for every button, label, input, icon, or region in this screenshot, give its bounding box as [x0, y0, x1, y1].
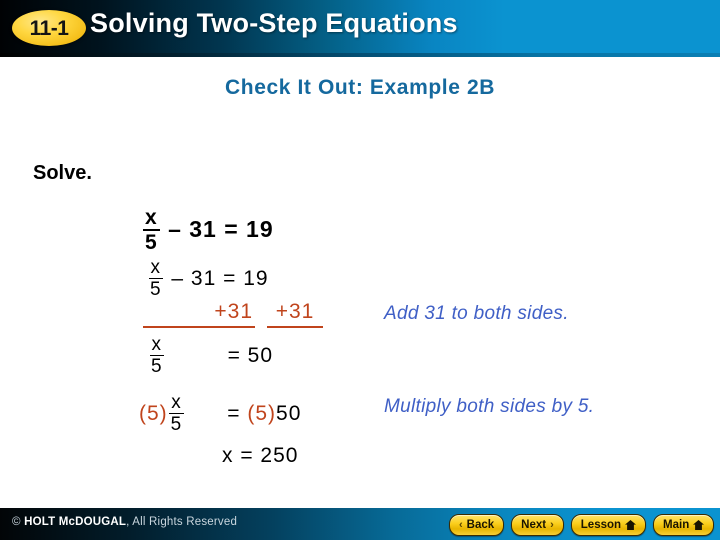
add-step-right: +31: [267, 300, 323, 328]
copyright-notice: © HOLT McDOUGAL, All Rights Reserved: [12, 516, 237, 528]
lesson-number-text: 11-1: [29, 16, 69, 40]
annotation-multiply-step: Multiply both sides by 5.: [384, 396, 595, 417]
problem-equation: x 5 – 31 = 19: [142, 207, 274, 254]
header-divider: [0, 53, 720, 57]
work1-fraction: x 5: [148, 258, 164, 299]
final-answer: x = 250: [222, 444, 299, 467]
solve-instruction: Solve.: [33, 162, 92, 184]
multiply-right-value: 50: [276, 402, 302, 426]
work1-remainder: – 31 = 19: [171, 267, 269, 291]
result-numerator: x: [149, 334, 165, 356]
brand-name: HOLT McDOUGAL: [24, 516, 127, 528]
back-button-label: Back: [466, 519, 495, 531]
chevron-left-icon: ‹: [459, 518, 463, 531]
multiply-numerator: x: [169, 392, 184, 414]
multiply-right-factor: (5): [247, 402, 277, 426]
work1-numerator: x: [148, 257, 164, 279]
result-fraction: x 5: [149, 335, 165, 376]
next-button[interactable]: Next ›: [511, 514, 564, 536]
result-remainder: = 50: [227, 344, 274, 368]
example-subtitle: Check It Out: Example 2B: [225, 76, 495, 99]
work1-denominator: 5: [150, 279, 162, 300]
back-button[interactable]: ‹ Back: [449, 514, 505, 536]
next-button-label: Next: [521, 519, 547, 531]
footer-navigation: ‹ Back Next › Lesson Main: [449, 514, 715, 536]
lesson-button[interactable]: Lesson: [570, 514, 647, 536]
problem-remainder: – 31 = 19: [168, 216, 274, 243]
result-denominator: 5: [151, 356, 163, 377]
annotation-add-step: Add 31 to both sides.: [384, 303, 569, 324]
multiply-denominator: 5: [170, 414, 183, 435]
multiply-fraction: x 5: [169, 393, 185, 434]
lesson-button-label: Lesson: [580, 519, 622, 531]
copyright-symbol: ©: [12, 516, 25, 528]
page-title: Solving Two-Step Equations: [90, 8, 458, 38]
problem-fraction: x 5: [143, 207, 160, 253]
home-icon: [625, 520, 637, 530]
slide-header: 11-1 Solving Two-Step Equations: [0, 0, 720, 57]
add-step-row: +31 +31: [143, 300, 323, 328]
problem-denominator: 5: [145, 231, 158, 254]
home-icon: [693, 520, 705, 530]
multiply-equation: (5) x 5 = (5)50: [139, 393, 302, 435]
main-button[interactable]: Main: [653, 514, 715, 536]
rights-reserved-text: , All Rights Reserved: [126, 516, 238, 528]
work-equation-line-1: x 5 – 31 = 19: [147, 258, 269, 300]
add-step-left: +31: [143, 300, 255, 328]
result-equation: x 5 = 50: [148, 335, 274, 377]
multiply-left-factor: (5): [139, 402, 168, 426]
lesson-number-badge: 11-1: [12, 10, 86, 46]
problem-numerator: x: [143, 206, 160, 231]
main-button-label: Main: [663, 519, 690, 531]
chevron-right-icon: ›: [550, 518, 554, 531]
multiply-equals: =: [227, 402, 241, 426]
